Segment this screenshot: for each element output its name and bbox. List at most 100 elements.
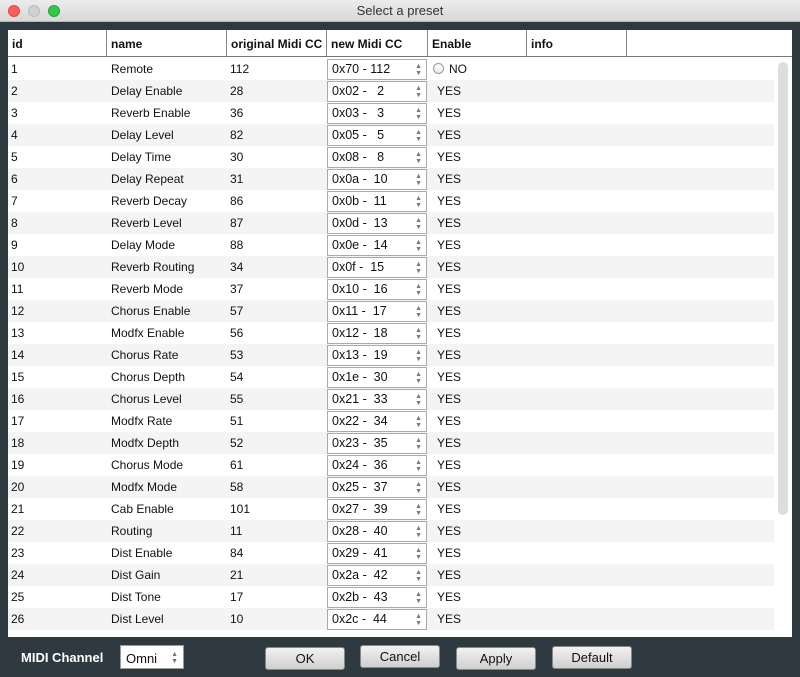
new-cc-spinbox[interactable]: 0x25 - 37 ▲ ▼ [327,476,427,498]
new-cc-spinbox[interactable]: 0x02 - 2 ▲ ▼ [327,80,427,102]
cell-enable[interactable]: YES [428,326,527,340]
cell-enable[interactable]: YES [428,172,527,186]
table-row[interactable]: 22 Routing 11 0x28 - 40 ▲ ▼ YES [8,520,774,542]
zoom-button[interactable] [48,5,60,17]
radio-icon[interactable] [433,63,444,74]
cell-enable[interactable]: YES [428,282,527,296]
cell-enable[interactable]: YES [428,392,527,406]
new-cc-spinbox[interactable]: 0x70 - 112 ▲ ▼ [327,58,427,80]
table-row[interactable]: 8 Reverb Level 87 0x0d - 13 ▲ ▼ YES [8,212,774,234]
table-row[interactable]: 14 Chorus Rate 53 0x13 - 19 ▲ ▼ YES [8,344,774,366]
cell-original-cc: 54 [230,370,244,384]
new-cc-spinbox[interactable]: 0x0e - 14 ▲ ▼ [327,234,427,256]
table-row[interactable]: 24 Dist Gain 21 0x2a - 42 ▲ ▼ YES [8,564,774,586]
new-cc-spinbox[interactable]: 0x0f - 15 ▲ ▼ [327,256,427,278]
new-cc-spinbox[interactable]: 0x13 - 19 ▲ ▼ [327,344,427,366]
cell-enable[interactable]: YES [428,590,527,604]
new-cc-spinbox[interactable]: 0x1e - 30 ▲ ▼ [327,366,427,388]
cell-enable[interactable]: YES [428,106,527,120]
cell-enable[interactable]: YES [428,128,527,142]
new-cc-spinbox[interactable]: 0x12 - 18 ▲ ▼ [327,322,427,344]
table-row[interactable]: 3 Reverb Enable 36 0x03 - 3 ▲ ▼ YES [8,102,774,124]
table-row[interactable]: 12 Chorus Enable 57 0x11 - 17 ▲ ▼ YES [8,300,774,322]
cell-enable[interactable]: YES [428,568,527,582]
new-cc-spinbox[interactable]: 0x0b - 11 ▲ ▼ [327,190,427,212]
cell-enable[interactable]: YES [428,304,527,318]
cell-enable[interactable]: YES [428,546,527,560]
updown-arrows-icon: ▲ ▼ [171,651,178,665]
vertical-scrollbar[interactable] [778,62,788,515]
cell-enable[interactable]: YES [428,480,527,494]
table-row[interactable]: 15 Chorus Depth 54 0x1e - 30 ▲ ▼ YES [8,366,774,388]
cell-enable[interactable]: YES [428,414,527,428]
midi-channel-select[interactable]: Omni ▲ ▼ [120,645,184,669]
table-row[interactable]: 13 Modfx Enable 56 0x12 - 18 ▲ ▼ YES [8,322,774,344]
new-cc-spinbox[interactable]: 0x24 - 36 ▲ ▼ [327,454,427,476]
cell-enable[interactable]: YES [428,612,527,626]
cancel-button[interactable]: Cancel [360,645,440,668]
new-cc-spinbox[interactable]: 0x23 - 35 ▲ ▼ [327,432,427,454]
cell-enable[interactable]: NO [428,62,527,76]
new-cc-value: 0x02 - 2 [332,84,385,98]
table-row[interactable]: 4 Delay Level 82 0x05 - 5 ▲ ▼ YES [8,124,774,146]
close-button[interactable] [8,5,20,17]
table-row[interactable]: 6 Delay Repeat 31 0x0a - 10 ▲ ▼ YES [8,168,774,190]
updown-arrows-icon: ▲ ▼ [415,84,422,99]
cell-enable[interactable]: YES [428,216,527,230]
column-header-0[interactable]: id [8,30,107,56]
new-cc-spinbox[interactable]: 0x28 - 40 ▲ ▼ [327,520,427,542]
column-header-4[interactable]: Enable [428,30,527,56]
new-cc-spinbox[interactable]: 0x03 - 3 ▲ ▼ [327,102,427,124]
table-row[interactable]: 23 Dist Enable 84 0x29 - 41 ▲ ▼ YES [8,542,774,564]
table-row[interactable]: 26 Dist Level 10 0x2c - 44 ▲ ▼ YES [8,608,774,630]
table-row[interactable]: 5 Delay Time 30 0x08 - 8 ▲ ▼ YES [8,146,774,168]
minimize-button[interactable] [28,5,40,17]
new-cc-spinbox[interactable]: 0x0d - 13 ▲ ▼ [327,212,427,234]
new-cc-spinbox[interactable]: 0x2a - 42 ▲ ▼ [327,564,427,586]
new-cc-spinbox[interactable]: 0x21 - 33 ▲ ▼ [327,388,427,410]
new-cc-spinbox[interactable]: 0x2c - 44 ▲ ▼ [327,608,427,630]
new-cc-spinbox[interactable]: 0x08 - 8 ▲ ▼ [327,146,427,168]
column-header-3[interactable]: new Midi CC [327,30,428,56]
table-row[interactable]: 17 Modfx Rate 51 0x22 - 34 ▲ ▼ YES [8,410,774,432]
new-cc-spinbox[interactable]: 0x22 - 34 ▲ ▼ [327,410,427,432]
table-row[interactable]: 11 Reverb Mode 37 0x10 - 16 ▲ ▼ YES [8,278,774,300]
new-cc-spinbox[interactable]: 0x29 - 41 ▲ ▼ [327,542,427,564]
new-cc-spinbox[interactable]: 0x27 - 39 ▲ ▼ [327,498,427,520]
ok-button[interactable]: OK [265,647,345,670]
table-row[interactable]: 20 Modfx Mode 58 0x25 - 37 ▲ ▼ YES [8,476,774,498]
new-cc-spinbox[interactable]: 0x10 - 16 ▲ ▼ [327,278,427,300]
column-header-1[interactable]: name [107,30,227,56]
cell-enable[interactable]: YES [428,502,527,516]
table-row[interactable]: 2 Delay Enable 28 0x02 - 2 ▲ ▼ YES [8,80,774,102]
default-button[interactable]: Default [552,646,632,669]
column-header-5[interactable]: info [527,30,627,56]
table-row[interactable]: 7 Reverb Decay 86 0x0b - 11 ▲ ▼ YES [8,190,774,212]
cell-enable[interactable]: YES [428,84,527,98]
new-cc-spinbox[interactable]: 0x11 - 17 ▲ ▼ [327,300,427,322]
table-row[interactable]: 1 Remote 112 0x70 - 112 ▲ ▼ NO [8,58,774,80]
cell-enable[interactable]: YES [428,260,527,274]
cell-name: Chorus Enable [111,304,191,318]
cell-enable[interactable]: YES [428,150,527,164]
table-row[interactable]: 18 Modfx Depth 52 0x23 - 35 ▲ ▼ YES [8,432,774,454]
cell-enable[interactable]: YES [428,458,527,472]
table-row[interactable]: 9 Delay Mode 88 0x0e - 14 ▲ ▼ YES [8,234,774,256]
table-row[interactable]: 21 Cab Enable 101 0x27 - 39 ▲ ▼ YES [8,498,774,520]
new-cc-spinbox[interactable]: 0x2b - 43 ▲ ▼ [327,586,427,608]
apply-button[interactable]: Apply [456,647,536,670]
table-row[interactable]: 16 Chorus Level 55 0x21 - 33 ▲ ▼ YES [8,388,774,410]
cell-enable[interactable]: YES [428,436,527,450]
table-row[interactable]: 10 Reverb Routing 34 0x0f - 15 ▲ ▼ YES [8,256,774,278]
new-cc-spinbox[interactable]: 0x0a - 10 ▲ ▼ [327,168,427,190]
cell-enable[interactable]: YES [428,238,527,252]
cell-enable[interactable]: YES [428,194,527,208]
column-header-2[interactable]: original Midi CC [227,30,327,56]
cell-enable[interactable]: YES [428,524,527,538]
cell-enable[interactable]: YES [428,348,527,362]
new-cc-spinbox[interactable]: 0x05 - 5 ▲ ▼ [327,124,427,146]
table-row[interactable]: 25 Dist Tone 17 0x2b - 43 ▲ ▼ YES [8,586,774,608]
new-cc-value: 0x25 - 37 [332,480,388,494]
cell-enable[interactable]: YES [428,370,527,384]
table-row[interactable]: 19 Chorus Mode 61 0x24 - 36 ▲ ▼ YES [8,454,774,476]
